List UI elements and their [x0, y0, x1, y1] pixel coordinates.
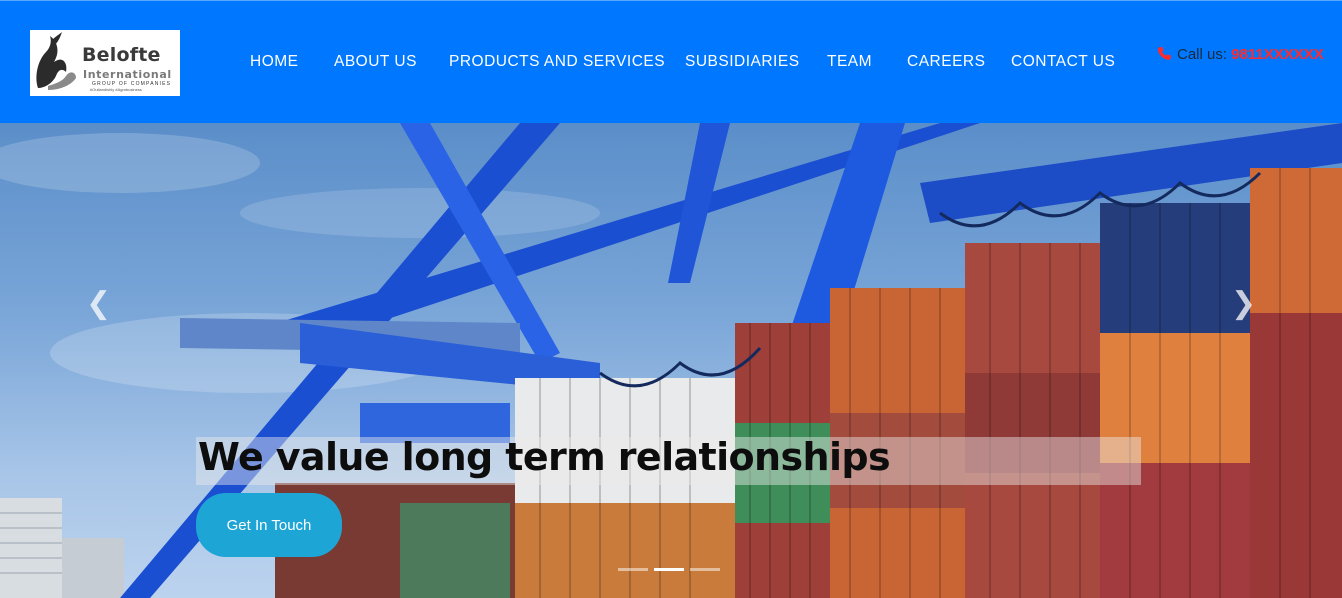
carousel-indicator-3[interactable]: [690, 568, 720, 571]
logo-tagline: #Outlandishly #Agrobusiness: [90, 87, 142, 92]
nav-item-careers[interactable]: CAREERS: [907, 53, 985, 71]
carousel-indicator-2[interactable]: [654, 568, 684, 571]
hero-headline: We value long term relationships: [198, 435, 891, 479]
nav-item-about-us[interactable]: ABOUT US: [334, 53, 417, 71]
nav-item-products-and-services[interactable]: PRODUCTS AND SERVICES: [449, 53, 665, 71]
call-us: Call us: 9811XXXXXX: [1157, 46, 1324, 63]
nav-item-team[interactable]: TEAM: [827, 53, 872, 71]
nav-item-contact-us[interactable]: CONTACT US: [1011, 53, 1115, 71]
phone-icon: [1157, 46, 1171, 60]
logo-name: Belofte: [82, 44, 161, 66]
phone-number-link[interactable]: 9811XXXXXX: [1231, 46, 1324, 63]
brand-logo[interactable]: Belofte International GROUP OF COMPANIES…: [30, 30, 180, 96]
hero-carousel: ❮ ❯ We value long term relationships Get…: [0, 123, 1342, 598]
logo-subtitle: International: [83, 68, 172, 81]
chevron-right-icon[interactable]: ❯: [1231, 286, 1256, 321]
get-in-touch-button[interactable]: Get In Touch: [196, 493, 342, 557]
logo-hands-icon: [36, 32, 76, 90]
carousel-indicator-1[interactable]: [618, 568, 648, 571]
nav-item-home[interactable]: HOME: [250, 53, 299, 71]
call-label: Call us:: [1177, 46, 1228, 63]
nav-item-subsidiaries[interactable]: SUBSIDIARIES: [685, 53, 800, 71]
site-header: Belofte International GROUP OF COMPANIES…: [0, 0, 1342, 123]
chevron-left-icon[interactable]: ❮: [86, 286, 111, 321]
